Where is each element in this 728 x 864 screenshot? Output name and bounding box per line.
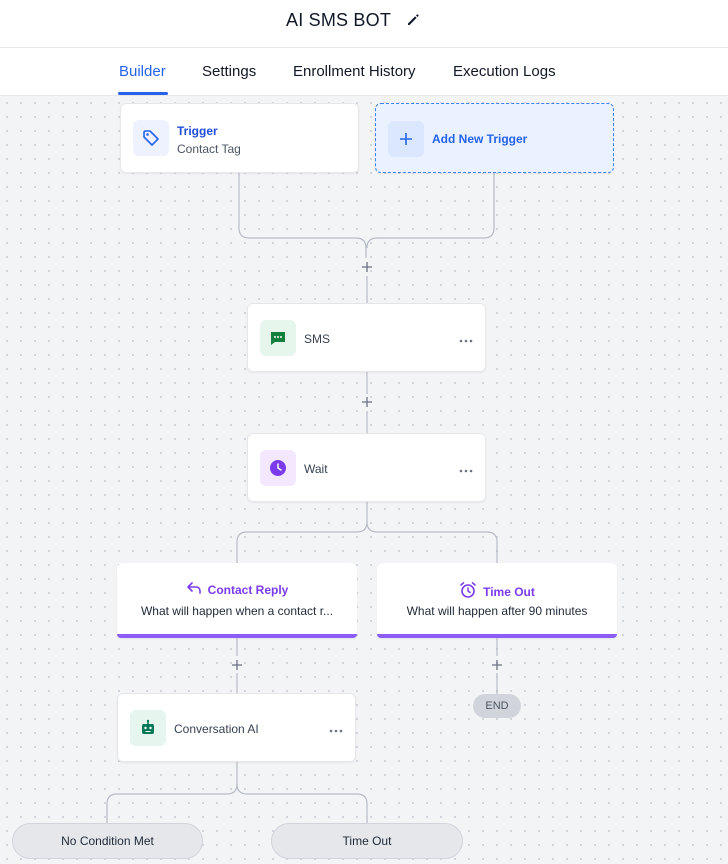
workflow-tabs: Builder Settings Enrollment History Exec… bbox=[0, 48, 728, 96]
tab-enrollment-history[interactable]: Enrollment History bbox=[293, 63, 416, 80]
robot-icon bbox=[130, 710, 166, 746]
branch-time-out[interactable]: Time Out What will happen after 90 minut… bbox=[377, 563, 617, 638]
tab-execution-logs[interactable]: Execution Logs bbox=[453, 63, 556, 80]
trigger-node[interactable]: Trigger Contact Tag bbox=[120, 103, 359, 173]
branch-title: Time Out bbox=[483, 584, 535, 599]
more-options-icon[interactable] bbox=[458, 333, 474, 343]
add-step-plus-icon[interactable] bbox=[360, 395, 374, 409]
clock-icon bbox=[260, 450, 296, 486]
trigger-title: Trigger bbox=[177, 124, 218, 138]
add-trigger-label: Add New Trigger bbox=[432, 132, 528, 146]
reply-arrow-icon bbox=[186, 581, 202, 598]
sms-chat-icon bbox=[260, 320, 296, 356]
conversation-ai-node[interactable]: Conversation AI bbox=[117, 693, 356, 762]
end-marker: END bbox=[473, 694, 521, 718]
branch-contact-reply[interactable]: Contact Reply What will happen when a co… bbox=[117, 563, 357, 638]
branch-title: Contact Reply bbox=[207, 582, 289, 597]
wait-action-node[interactable]: Wait bbox=[247, 433, 486, 502]
branch-ai-time-out[interactable]: Time Out bbox=[271, 823, 463, 859]
branch-description: What will happen when a contact r... bbox=[140, 604, 334, 618]
conversation-ai-label: Conversation AI bbox=[174, 722, 259, 736]
add-step-plus-icon[interactable] bbox=[360, 260, 374, 274]
add-step-plus-icon[interactable] bbox=[490, 658, 504, 672]
trigger-subtitle: Contact Tag bbox=[177, 142, 241, 156]
wait-label: Wait bbox=[304, 462, 328, 476]
alarm-clock-icon bbox=[459, 581, 477, 602]
plus-icon bbox=[388, 121, 424, 157]
app-header: AI SMS BOT bbox=[0, 0, 728, 48]
more-options-icon[interactable] bbox=[458, 463, 474, 473]
add-new-trigger-button[interactable]: Add New Trigger bbox=[375, 103, 614, 173]
branch-description: What will happen after 90 minutes bbox=[406, 604, 588, 618]
tag-icon bbox=[133, 120, 169, 156]
sms-action-node[interactable]: SMS bbox=[247, 303, 486, 372]
active-tab-indicator bbox=[118, 92, 168, 95]
more-options-icon[interactable] bbox=[328, 723, 344, 733]
pencil-edit-icon[interactable] bbox=[404, 11, 422, 29]
tab-settings[interactable]: Settings bbox=[202, 63, 256, 80]
branch-no-condition-met[interactable]: No Condition Met bbox=[12, 823, 203, 859]
workflow-title: AI SMS BOT bbox=[286, 10, 392, 30]
add-step-plus-icon[interactable] bbox=[230, 658, 244, 672]
tab-builder[interactable]: Builder bbox=[119, 63, 166, 80]
sms-label: SMS bbox=[304, 332, 331, 346]
